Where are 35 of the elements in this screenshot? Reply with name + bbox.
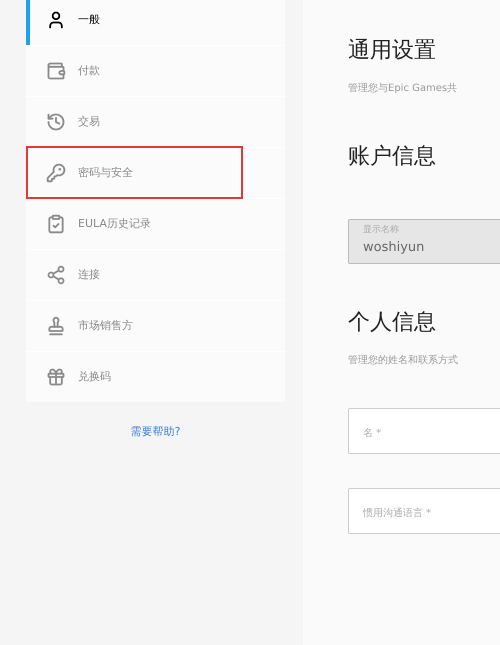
sidebar-item[interactable]: 连接	[26, 250, 285, 300]
sidebar-item-label: 密码与安全	[78, 164, 133, 181]
sidebar-item[interactable]: 密码与安全	[26, 148, 285, 198]
page-title: 通用设置	[348, 37, 437, 65]
share-icon	[46, 265, 66, 285]
section-heading: 个人信息	[348, 309, 437, 337]
sidebar-item-label: 连接	[78, 266, 100, 283]
wallet-icon	[46, 61, 66, 81]
sidebar-item-label: 市场销售方	[78, 318, 133, 334]
section-heading: 账户信息	[348, 143, 437, 171]
sidebar-item[interactable]: 一般	[26, 0, 285, 45]
sidebar-item[interactable]: 市场销售方	[26, 301, 285, 351]
input-field[interactable]: 惯用沟通语言 *	[348, 488, 500, 534]
field-label: 名 *	[363, 428, 382, 439]
sidebar-item-label: 交易	[78, 114, 100, 130]
input-field[interactable]: 名 *	[348, 408, 500, 454]
clipboard-icon	[46, 214, 66, 234]
key-icon	[46, 163, 66, 183]
sidebar-item-label: 一般	[78, 12, 100, 28]
help-link[interactable]: 需要帮助?	[130, 424, 180, 440]
sidebar-item[interactable]: 交易	[26, 97, 285, 147]
section-description: 管理您的姓名和联系方式	[348, 354, 459, 368]
sidebar-item-label: EULA历史记录	[78, 216, 151, 232]
page-subtitle: 管理您与Epic Games共	[348, 82, 458, 96]
field-label: 显示名称	[363, 224, 400, 237]
sidebar-item-label: 兑换码	[78, 368, 111, 385]
field-label: 惯用沟通语言 *	[363, 508, 432, 519]
history-icon	[46, 112, 66, 132]
stamp-icon	[46, 316, 66, 336]
gift-icon	[46, 367, 66, 387]
field-value: woshiyun	[363, 238, 426, 256]
sidebar-item[interactable]: 兑换码	[26, 352, 285, 402]
sidebar-item-label: 付款	[78, 62, 100, 79]
sidebar-item[interactable]: 付款	[26, 46, 285, 96]
sidebar-item[interactable]: EULA历史记录	[26, 199, 285, 249]
